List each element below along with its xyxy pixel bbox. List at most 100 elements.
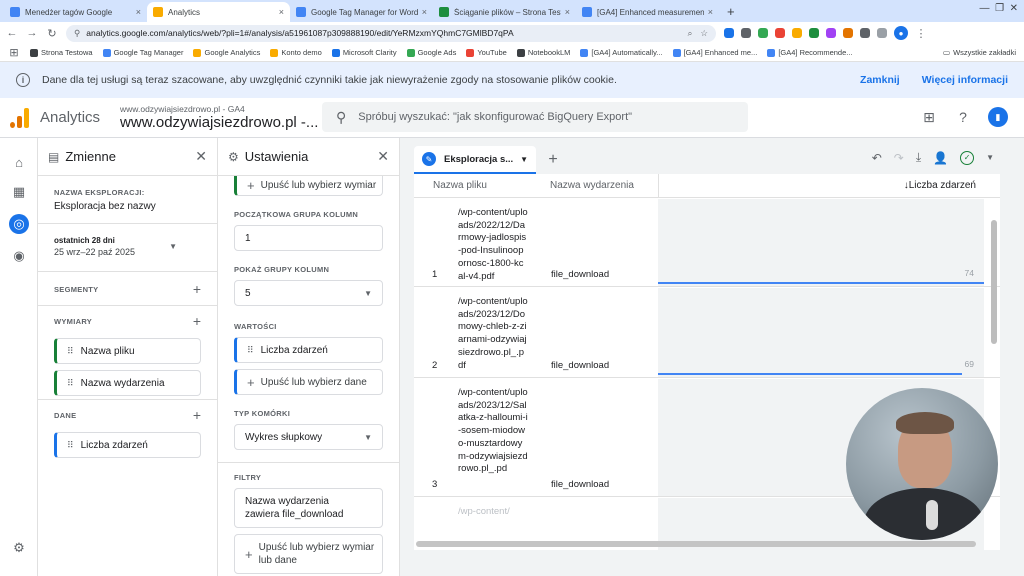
cell-type-select[interactable]: Wykres słupkowy ▼ xyxy=(234,424,383,450)
drag-handle-icon[interactable]: ⠿ xyxy=(67,346,74,357)
extension-icon[interactable] xyxy=(826,28,836,38)
profile-avatar[interactable]: ● xyxy=(894,26,908,40)
bookmark-item[interactable]: YouTube xyxy=(466,48,507,57)
back-icon[interactable]: ← xyxy=(6,27,18,39)
dimension-chip-event-name[interactable]: ⠿ Nazwa wydarzenia xyxy=(54,370,201,396)
bookmark-item[interactable]: Konto demo xyxy=(270,48,322,57)
search-input[interactable]: ⚲ Spróbuj wyszukać: "jak skonfigurować B… xyxy=(322,102,748,132)
reports-icon[interactable]: ▦ xyxy=(9,182,29,202)
add-dimension-icon[interactable]: + xyxy=(193,313,201,329)
share-person-add-icon[interactable]: 👤 xyxy=(933,151,948,165)
bookmark-item[interactable]: [GA4] Enhanced me... xyxy=(672,48,757,57)
column-header-event-name[interactable]: Nazwa wydarzenia xyxy=(550,180,658,191)
drop-dimension-target[interactable]: + Upuść lub wybierz wymiar xyxy=(234,176,383,196)
bookmark-favicon-icon xyxy=(270,48,279,57)
redo-icon[interactable]: ↷ xyxy=(894,151,904,165)
extension-icon[interactable] xyxy=(758,28,768,38)
site-info-icon[interactable]: ⚲ xyxy=(74,28,80,39)
column-header-file-name[interactable]: Nazwa pliku xyxy=(414,180,550,191)
extension-icon[interactable] xyxy=(775,28,785,38)
menu-dots-icon[interactable]: ⋮ xyxy=(915,27,927,40)
drop-data-target[interactable]: + Upuść lub wybierz dane xyxy=(234,369,383,395)
browser-tab-title: Menedżer tagów Google xyxy=(25,7,113,17)
browser-tab[interactable]: Menedżer tagów Google × xyxy=(4,2,147,22)
account-avatar[interactable]: ▮ xyxy=(988,107,1008,127)
chevron-down-icon: ▼ xyxy=(364,432,372,442)
extension-icon[interactable] xyxy=(843,28,853,38)
add-tab-button[interactable]: + xyxy=(538,146,568,174)
bookmark-item[interactable]: Google Ads xyxy=(406,48,456,57)
browser-tab-active[interactable]: Analytics × xyxy=(147,2,290,22)
all-bookmarks-folder[interactable]: ▭ Wszystkie zakładki xyxy=(943,48,1016,57)
drop-filter-target[interactable]: + Upuść lub wybierz wymiar lub dane xyxy=(234,534,383,574)
undo-icon[interactable]: ↶ xyxy=(872,151,882,165)
bookmark-item[interactable]: NotebookLM xyxy=(516,48,570,57)
browser-tab[interactable]: Google Tag Manager for WordP × xyxy=(290,2,433,22)
banner-close-button[interactable]: Zamknij xyxy=(860,74,900,86)
extension-icon[interactable] xyxy=(792,28,802,38)
bookmark-item[interactable]: [GA4] Automatically... xyxy=(580,48,663,57)
zoom-icon[interactable]: ⌕ xyxy=(688,28,693,39)
bookmark-item[interactable]: [GA4] Recommende... xyxy=(767,48,853,57)
puzzle-icon[interactable] xyxy=(877,28,887,38)
home-icon[interactable]: ⌂ xyxy=(9,152,29,172)
filter-chip[interactable]: Nazwa wydarzenia zawiera file_download xyxy=(234,488,383,528)
close-panel-icon[interactable]: ✕ xyxy=(195,148,207,165)
close-tab-icon[interactable]: × xyxy=(708,7,713,17)
help-icon[interactable]: ? xyxy=(954,109,972,125)
download-icon[interactable]: ⤓ xyxy=(916,150,921,165)
bookmark-item[interactable]: Google Analytics xyxy=(193,48,260,57)
apps-grid-icon[interactable]: ⊞ xyxy=(920,109,938,126)
url-bar[interactable]: ⚲ analytics.google.com/analytics/web/?pl… xyxy=(66,24,716,42)
start-group-input[interactable]: 1 xyxy=(234,225,383,251)
bookmark-item[interactable]: Strona Testowa xyxy=(30,48,93,57)
advertising-icon[interactable]: ◉ xyxy=(9,246,29,266)
close-tab-icon[interactable]: × xyxy=(565,7,570,17)
window-controls-icon[interactable]: — ❐ ✕ xyxy=(980,3,1018,14)
table-row[interactable]: 74 1/wp-content/uploads/2022/12/Darmowy-j… xyxy=(414,199,1000,287)
extension-icon[interactable] xyxy=(741,28,751,38)
bookmark-favicon-icon xyxy=(193,48,202,57)
drag-handle-icon[interactable]: ⠿ xyxy=(247,345,254,356)
admin-gear-icon[interactable]: ⚙ xyxy=(9,538,29,558)
segments-label: SEGMENTY xyxy=(54,284,99,294)
close-panel-icon[interactable]: ✕ xyxy=(377,148,389,165)
add-segment-icon[interactable]: + xyxy=(193,281,201,297)
browser-tab[interactable]: [GA4] Enhanced measurement × xyxy=(576,2,719,22)
apps-grid-icon[interactable]: ⊞ xyxy=(8,46,20,59)
new-tab-button[interactable]: + xyxy=(719,4,743,22)
column-header-event-count[interactable]: ↓Liczba zdarzeń xyxy=(658,174,1000,198)
add-metric-icon[interactable]: + xyxy=(193,407,201,423)
horizontal-scrollbar[interactable] xyxy=(416,541,976,547)
dimension-chip-file-name[interactable]: ⠿ Nazwa pliku xyxy=(54,338,201,364)
exploration-name-input[interactable]: Eksploracja bez nazwy xyxy=(54,201,201,212)
browser-tab[interactable]: Ściąganie plików – Strona Testo × xyxy=(433,2,576,22)
extension-icon[interactable] xyxy=(724,28,734,38)
table-row[interactable]: 69 2/wp-content/uploads/2023/12/Domowy-ch… xyxy=(414,288,1000,378)
drag-handle-icon[interactable]: ⠿ xyxy=(67,378,74,389)
extension-icon[interactable] xyxy=(860,28,870,38)
vertical-scrollbar[interactable] xyxy=(991,220,997,344)
close-tab-icon[interactable]: × xyxy=(422,7,427,17)
banner-more-info-button[interactable]: Więcej informacji xyxy=(922,74,1008,86)
value-chip-event-count[interactable]: ⠿ Liczba zdarzeń xyxy=(234,337,383,363)
bookmark-item[interactable]: Microsoft Clarity xyxy=(331,48,397,57)
value-name: Liczba zdarzeń xyxy=(260,344,328,356)
check-circle-icon[interactable]: ✓ xyxy=(960,150,975,165)
chevron-down-icon[interactable]: ▼ xyxy=(520,155,528,164)
date-range-picker[interactable]: ostatnich 28 dni 25 wrz–22 paź 2025 ▼ xyxy=(38,224,217,272)
property-selector[interactable]: www.odzywiajsiezdrowo.pl - GA4 www.odzyw… xyxy=(120,104,318,131)
drag-handle-icon[interactable]: ⠿ xyxy=(67,440,74,451)
explore-icon[interactable]: ◎ xyxy=(9,214,29,234)
close-tab-icon[interactable]: × xyxy=(136,7,141,17)
metric-chip-event-count[interactable]: ⠿ Liczba zdarzeń xyxy=(54,432,201,458)
chevron-down-icon[interactable]: ▼ xyxy=(986,153,994,162)
forward-icon[interactable]: → xyxy=(26,27,38,39)
tab-exploration[interactable]: ✎ Eksploracja s... ▼ xyxy=(414,146,536,174)
extension-icon[interactable] xyxy=(809,28,819,38)
reload-icon[interactable]: ↻ xyxy=(46,27,58,40)
close-tab-icon[interactable]: × xyxy=(279,7,284,17)
show-groups-select[interactable]: 5 ▼ xyxy=(234,280,383,306)
bookmark-star-icon[interactable]: ☆ xyxy=(700,28,708,39)
bookmark-item[interactable]: Google Tag Manager xyxy=(102,48,183,57)
